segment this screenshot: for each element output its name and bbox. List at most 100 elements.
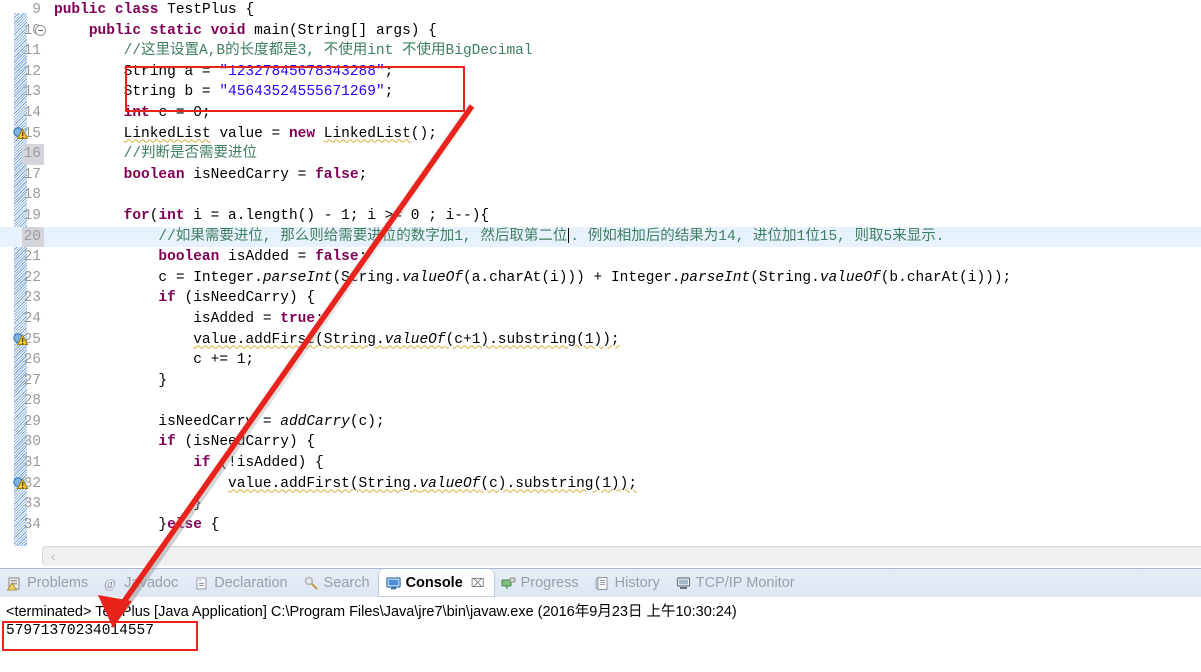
close-icon[interactable]: ⌧ bbox=[471, 576, 485, 590]
code-lines[interactable]: 9 public class TestPlus {10 public static… bbox=[0, 0, 1201, 546]
code-line[interactable]: 13 String b = "45643524555671269"; bbox=[0, 82, 1201, 103]
code-line[interactable]: 17 boolean isNeedCarry = false; bbox=[0, 165, 1201, 186]
code-line[interactable]: 23 if (isNeedCarry) { bbox=[0, 288, 1201, 309]
code-line[interactable]: 19 for(int i = a.length() - 1; i >= 0 ; … bbox=[0, 206, 1201, 227]
line-number: 30 bbox=[0, 432, 48, 453]
code-text[interactable]: isNeedCarry = addCarry(c); bbox=[48, 412, 1201, 433]
tab-search[interactable]: Search bbox=[297, 570, 379, 596]
code-line[interactable]: 30 if (isNeedCarry) { bbox=[0, 432, 1201, 453]
tab-javadoc[interactable]: @ Javadoc bbox=[97, 570, 187, 596]
code-text[interactable]: c = Integer.parseInt(String.valueOf(a.ch… bbox=[48, 268, 1201, 289]
code-text[interactable]: isAdded = true; bbox=[48, 309, 1201, 330]
code-token: true bbox=[280, 310, 316, 327]
code-line[interactable]: 31 if (!isAdded) { bbox=[0, 453, 1201, 474]
tab-progress[interactable]: Progress bbox=[494, 570, 588, 596]
code-line[interactable]: 12 String a = "12327845678343288"; bbox=[0, 62, 1201, 83]
code-text[interactable]: String a = "12327845678343288"; bbox=[48, 62, 1201, 83]
code-line[interactable]: 11 //这里设置A,B的长度都是3, 不使用int 不使用BigDecimal bbox=[0, 41, 1201, 62]
code-token: false bbox=[315, 166, 359, 183]
code-line[interactable]: 20 //如果需要进位, 那么则给需要进位的数字加1, 然后取第二位. 例如相加… bbox=[0, 226, 1201, 248]
code-text[interactable]: if (isNeedCarry) { bbox=[48, 288, 1201, 309]
line-number-text: 30 bbox=[23, 434, 41, 451]
code-line[interactable]: 15 LinkedList value = new LinkedList(); bbox=[0, 124, 1201, 145]
code-token: valueOf bbox=[402, 269, 464, 286]
code-text[interactable]: if (!isAdded) { bbox=[48, 453, 1201, 474]
code-line[interactable]: 28 bbox=[0, 391, 1201, 412]
code-token: "12327845678343288" bbox=[219, 63, 385, 80]
code-line[interactable]: 24 isAdded = true; bbox=[0, 309, 1201, 330]
code-text[interactable]: String b = "45643524555671269"; bbox=[48, 82, 1201, 103]
warning-marker-icon[interactable] bbox=[13, 332, 29, 347]
line-number-text: 26 bbox=[23, 352, 41, 369]
code-line[interactable]: 14 int c = 0; bbox=[0, 103, 1201, 124]
code-token: if bbox=[193, 455, 220, 472]
search-icon bbox=[304, 576, 319, 591]
code-token: String a = bbox=[54, 63, 220, 80]
code-line[interactable]: 21 boolean isAdded = false; bbox=[0, 247, 1201, 268]
warning-marker-icon[interactable] bbox=[13, 476, 29, 491]
line-number-text: 14 bbox=[23, 104, 41, 121]
tab-history[interactable]: History bbox=[588, 570, 669, 596]
code-line[interactable]: 32 value.addFirst(String.valueOf(c).subs… bbox=[0, 474, 1201, 495]
code-line[interactable]: 33 } bbox=[0, 494, 1201, 515]
code-text[interactable]: value.addFirst(String.valueOf(c+1).subst… bbox=[48, 330, 1201, 351]
tab-declaration[interactable]: Declaration bbox=[187, 570, 296, 596]
editor-horizontal-scrollbar[interactable]: ‹ bbox=[42, 546, 1201, 566]
code-line[interactable]: 29 isNeedCarry = addCarry(c); bbox=[0, 412, 1201, 433]
code-text[interactable]: public class TestPlus { bbox=[48, 0, 1201, 21]
code-text[interactable]: //这里设置A,B的长度都是3, 不使用int 不使用BigDecimal bbox=[48, 41, 1201, 62]
code-token: else bbox=[167, 516, 211, 533]
code-line[interactable]: 9 public class TestPlus { bbox=[0, 0, 1201, 21]
code-token: if bbox=[158, 290, 185, 307]
code-text[interactable]: } bbox=[48, 494, 1201, 515]
view-tab-bar[interactable]: Problems @ Javadoc Declaration Search Console… bbox=[0, 569, 1201, 597]
code-token: LinkedList bbox=[123, 125, 211, 142]
code-line[interactable]: 27 } bbox=[0, 371, 1201, 392]
scroll-left-arrow[interactable]: ‹ bbox=[51, 549, 55, 564]
code-text[interactable]: }else { bbox=[48, 515, 1201, 536]
line-number-text: 16 bbox=[21, 144, 44, 165]
tab-problems[interactable]: Problems bbox=[0, 570, 97, 596]
code-line[interactable]: 34 }else { bbox=[0, 515, 1201, 536]
line-number: 34 bbox=[0, 515, 48, 536]
code-text[interactable]: for(int i = a.length() - 1; i >= 0 ; i--… bbox=[48, 206, 1201, 227]
code-text[interactable]: public static void main(String[] args) { bbox=[48, 21, 1201, 42]
code-token: addCarry bbox=[280, 413, 350, 430]
eclipse-ide-window: 9 public class TestPlus {10 public static… bbox=[0, 0, 1201, 672]
code-text[interactable]: } bbox=[48, 371, 1201, 392]
code-text[interactable]: //如果需要进位, 那么则给需要进位的数字加1, 然后取第二位. 例如相加后的结… bbox=[48, 227, 1201, 248]
tab-tcp-ip-monitor[interactable]: TCP/IP Monitor bbox=[669, 570, 804, 596]
java-editor[interactable]: 9 public class TestPlus {10 public static… bbox=[0, 0, 1201, 546]
code-token: ; bbox=[358, 166, 368, 183]
code-line[interactable]: 25 value.addFirst(String.valueOf(c+1).su… bbox=[0, 330, 1201, 351]
code-token: i = a.length() - 1; i >= 0 ; i--){ bbox=[193, 207, 490, 224]
code-token: value.addFirst(String. bbox=[193, 331, 385, 348]
code-line[interactable]: 18 bbox=[0, 185, 1201, 206]
code-text[interactable]: boolean isNeedCarry = false; bbox=[48, 165, 1201, 186]
code-text[interactable]: boolean isAdded = false; bbox=[48, 247, 1201, 268]
code-text[interactable]: value.addFirst(String.valueOf(c).substri… bbox=[48, 474, 1201, 495]
code-line[interactable]: 10 public static void main(String[] args… bbox=[0, 21, 1201, 42]
code-token: value.addFirst(String. bbox=[228, 475, 420, 492]
code-token: public static void bbox=[88, 22, 255, 39]
code-text[interactable]: if (isNeedCarry) { bbox=[48, 432, 1201, 453]
tab-label: Problems bbox=[27, 575, 89, 591]
warning-marker-icon[interactable] bbox=[13, 126, 29, 141]
console-output-text: 57971370234014557 bbox=[6, 623, 154, 639]
code-line[interactable]: 16 //判断是否需要进位 bbox=[0, 144, 1201, 165]
code-token: (String. bbox=[332, 269, 403, 286]
tab-console[interactable]: Console ⌧ bbox=[378, 569, 494, 597]
code-token: for bbox=[123, 207, 150, 224]
console-launch-description: <terminated> TestPlus [Java Application]… bbox=[6, 604, 737, 620]
code-text[interactable]: int c = 0; bbox=[48, 103, 1201, 124]
code-token: String b = bbox=[54, 84, 220, 101]
code-text[interactable]: //判断是否需要进位 bbox=[48, 144, 1201, 165]
code-line[interactable]: 26 c += 1; bbox=[0, 350, 1201, 371]
code-text[interactable]: c += 1; bbox=[48, 350, 1201, 371]
line-number-text: 34 bbox=[23, 516, 41, 533]
code-token: LinkedList bbox=[323, 125, 411, 142]
line-number-text: 28 bbox=[23, 393, 41, 410]
code-line[interactable]: 22 c = Integer.parseInt(String.valueOf(a… bbox=[0, 268, 1201, 289]
code-text[interactable]: LinkedList value = new LinkedList(); bbox=[48, 124, 1201, 145]
